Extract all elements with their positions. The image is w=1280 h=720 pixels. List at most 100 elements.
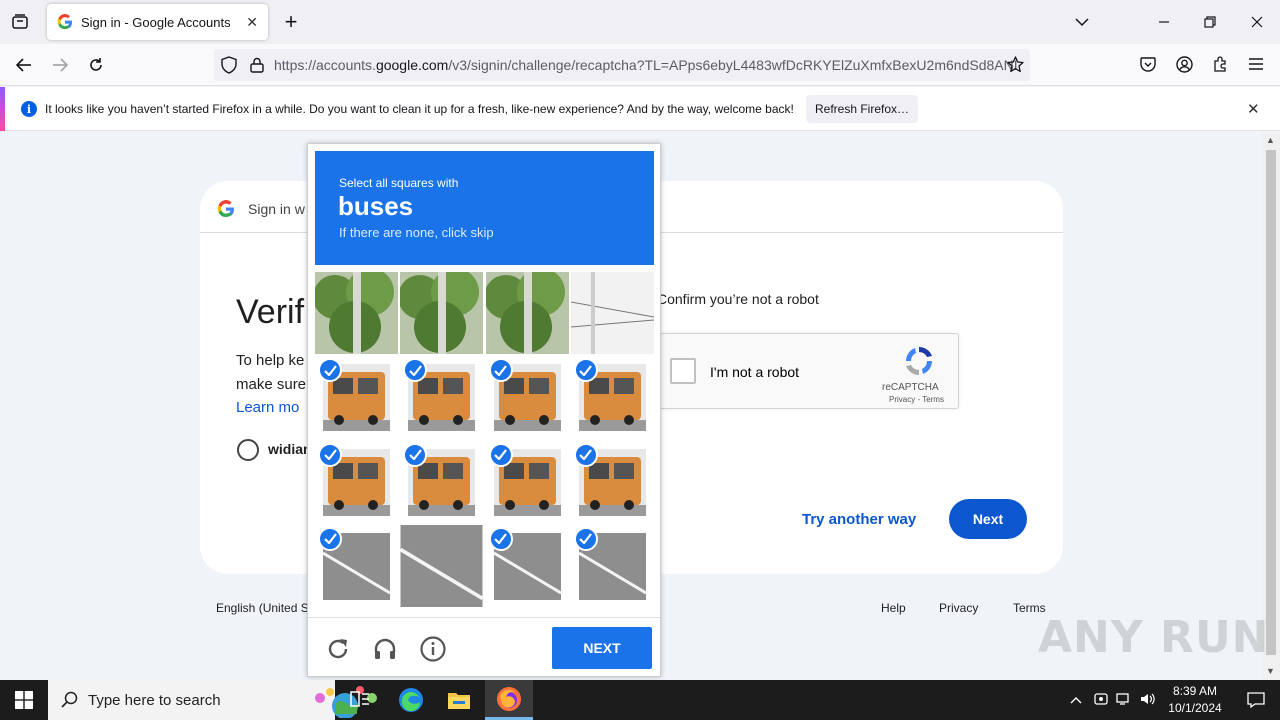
next-button[interactable]: Next: [949, 499, 1027, 539]
lock-icon[interactable]: [248, 56, 266, 74]
challenge-tile[interactable]: [570, 524, 654, 607]
account-circle-icon: [237, 439, 259, 461]
search-placeholder: Type here to search: [88, 691, 221, 709]
file-explorer-icon[interactable]: [435, 680, 483, 720]
url-rest: /v3/signin/challenge/recaptcha?TL=APps6e…: [448, 57, 1018, 73]
help-text-line-1: To help ke: [236, 352, 305, 369]
challenge-tile[interactable]: [315, 356, 398, 439]
try-another-way-link[interactable]: Try another way: [802, 511, 916, 528]
info-help-icon[interactable]: [420, 636, 446, 662]
challenge-tile[interactable]: [570, 272, 654, 354]
menu-hamburger-icon[interactable]: [1246, 54, 1266, 74]
clock-time: 8:39 AM: [1172, 684, 1218, 698]
challenge-tile[interactable]: [570, 356, 654, 439]
tab-overview-icon[interactable]: [8, 10, 32, 34]
challenge-next-button[interactable]: NEXT: [552, 627, 652, 669]
audio-challenge-headphones-icon[interactable]: [372, 636, 398, 662]
meet-now-icon[interactable]: [1094, 692, 1108, 709]
scroll-thumb[interactable]: [1266, 150, 1276, 655]
tab-close-icon[interactable]: ✕: [246, 14, 258, 31]
challenge-tile[interactable]: [400, 356, 484, 439]
account-name: widian: [268, 441, 312, 457]
recaptcha-privacy-terms[interactable]: Privacy - Terms: [889, 395, 944, 404]
card-header-text: Sign in w: [248, 201, 305, 217]
pocket-icon[interactable]: [1138, 54, 1158, 74]
tab-google-signin[interactable]: Sign in - Google Accounts ✕: [47, 4, 268, 40]
footer-privacy-link[interactable]: Privacy: [939, 601, 978, 615]
edge-browser-icon[interactable]: [387, 680, 435, 720]
challenge-tile[interactable]: [570, 440, 654, 523]
url-prefix: https://accounts.: [274, 57, 376, 73]
language-selector[interactable]: English (United S: [216, 601, 309, 615]
reload-challenge-icon[interactable]: [325, 636, 351, 662]
window-close-icon[interactable]: [1245, 10, 1269, 34]
notifications-icon[interactable]: [1232, 680, 1280, 720]
recaptcha-checkbox-label: I'm not a robot: [710, 364, 800, 380]
tab-title: Sign in - Google Accounts: [81, 14, 231, 30]
recaptcha-checkbox[interactable]: [670, 358, 696, 384]
tile-selected-checkmark-icon: [488, 442, 513, 467]
tile-selected-checkmark-icon: [488, 358, 513, 383]
new-tab-icon[interactable]: +: [280, 9, 302, 34]
url-bar[interactable]: https://accounts. google.com/v3/signin/ch…: [214, 49, 1030, 81]
notification-message: It looks like you haven’t started Firefo…: [45, 102, 794, 116]
bookmark-star-icon[interactable]: [1005, 54, 1025, 74]
challenge-tile[interactable]: [485, 356, 569, 439]
challenge-tile[interactable]: [485, 272, 569, 354]
scroll-down-arrow-icon[interactable]: ▼: [1266, 666, 1275, 676]
challenge-tile[interactable]: [485, 440, 569, 523]
windows-taskbar: Type here to search 8:39 AM 10/1/2024: [0, 680, 1280, 720]
recaptcha-name: reCAPTCHA: [882, 382, 939, 393]
challenge-instruction: Select all squares with: [339, 176, 459, 190]
volume-icon[interactable]: [1140, 692, 1156, 709]
firefox-taskbar-icon[interactable]: [485, 680, 533, 720]
challenge-tile[interactable]: [315, 272, 398, 354]
windows-start-icon[interactable]: [0, 680, 48, 720]
minimize-icon[interactable]: [1152, 10, 1176, 34]
challenge-tile[interactable]: [400, 524, 484, 607]
learn-more-link[interactable]: Learn mo: [236, 399, 299, 416]
google-favicon-icon: [57, 14, 73, 30]
confirm-robot-text: Confirm you’re not a robot: [657, 291, 819, 307]
challenge-tile[interactable]: [400, 272, 484, 354]
tile-selected-checkmark-icon: [318, 442, 342, 467]
tile-selected-checkmark-icon: [318, 526, 342, 551]
recaptcha-challenge: Select all squares with buses If there a…: [307, 143, 661, 677]
google-logo-icon: [217, 200, 234, 218]
challenge-tile[interactable]: [315, 440, 398, 523]
list-tabs-chevron-icon[interactable]: [1072, 10, 1092, 34]
account-icon[interactable]: [1174, 54, 1194, 74]
recaptcha-logo-icon: [906, 347, 932, 375]
system-tray: [1070, 680, 1156, 720]
tile-selected-checkmark-icon: [573, 442, 598, 467]
reload-icon[interactable]: [84, 53, 108, 77]
show-hidden-icons-chevron-icon[interactable]: [1070, 693, 1082, 707]
tracking-shield-icon[interactable]: [220, 56, 238, 74]
challenge-tile[interactable]: [315, 524, 398, 607]
forward-arrow-icon[interactable]: [48, 53, 72, 77]
extensions-icon[interactable]: [1210, 54, 1230, 74]
challenge-tile[interactable]: [400, 440, 484, 523]
recaptcha-widget: I'm not a robot reCAPTCHA Privacy - Term…: [659, 333, 959, 409]
scrollbar[interactable]: ▲ ▼: [1262, 132, 1280, 680]
challenge-hint: If there are none, click skip: [339, 225, 494, 240]
notification-close-icon[interactable]: ✕: [1247, 100, 1260, 118]
back-arrow-icon[interactable]: [12, 53, 36, 77]
scroll-up-arrow-icon[interactable]: ▲: [1266, 135, 1275, 145]
tile-selected-checkmark-icon: [403, 442, 428, 467]
tile-selected-checkmark-icon: [488, 526, 513, 551]
help-text-line-2: make sure: [236, 376, 307, 393]
challenge-keyword: buses: [338, 191, 414, 221]
anyrun-watermark: ANY RUN: [1038, 612, 1270, 663]
nav-bar: https://accounts. google.com/v3/signin/ch…: [0, 44, 1280, 86]
footer-help-link[interactable]: Help: [881, 601, 906, 615]
challenge-tile[interactable]: [485, 524, 569, 607]
task-view-icon[interactable]: [336, 680, 384, 720]
network-icon[interactable]: [1116, 692, 1132, 709]
restore-icon[interactable]: [1198, 10, 1222, 34]
system-clock[interactable]: 8:39 AM 10/1/2024: [1160, 683, 1230, 717]
taskbar-search-box[interactable]: Type here to search: [48, 680, 377, 720]
tab-bar: Sign in - Google Accounts ✕ +: [0, 0, 1280, 44]
refresh-firefox-button[interactable]: Refresh Firefox…: [806, 95, 918, 123]
tile-selected-checkmark-icon: [573, 526, 598, 551]
